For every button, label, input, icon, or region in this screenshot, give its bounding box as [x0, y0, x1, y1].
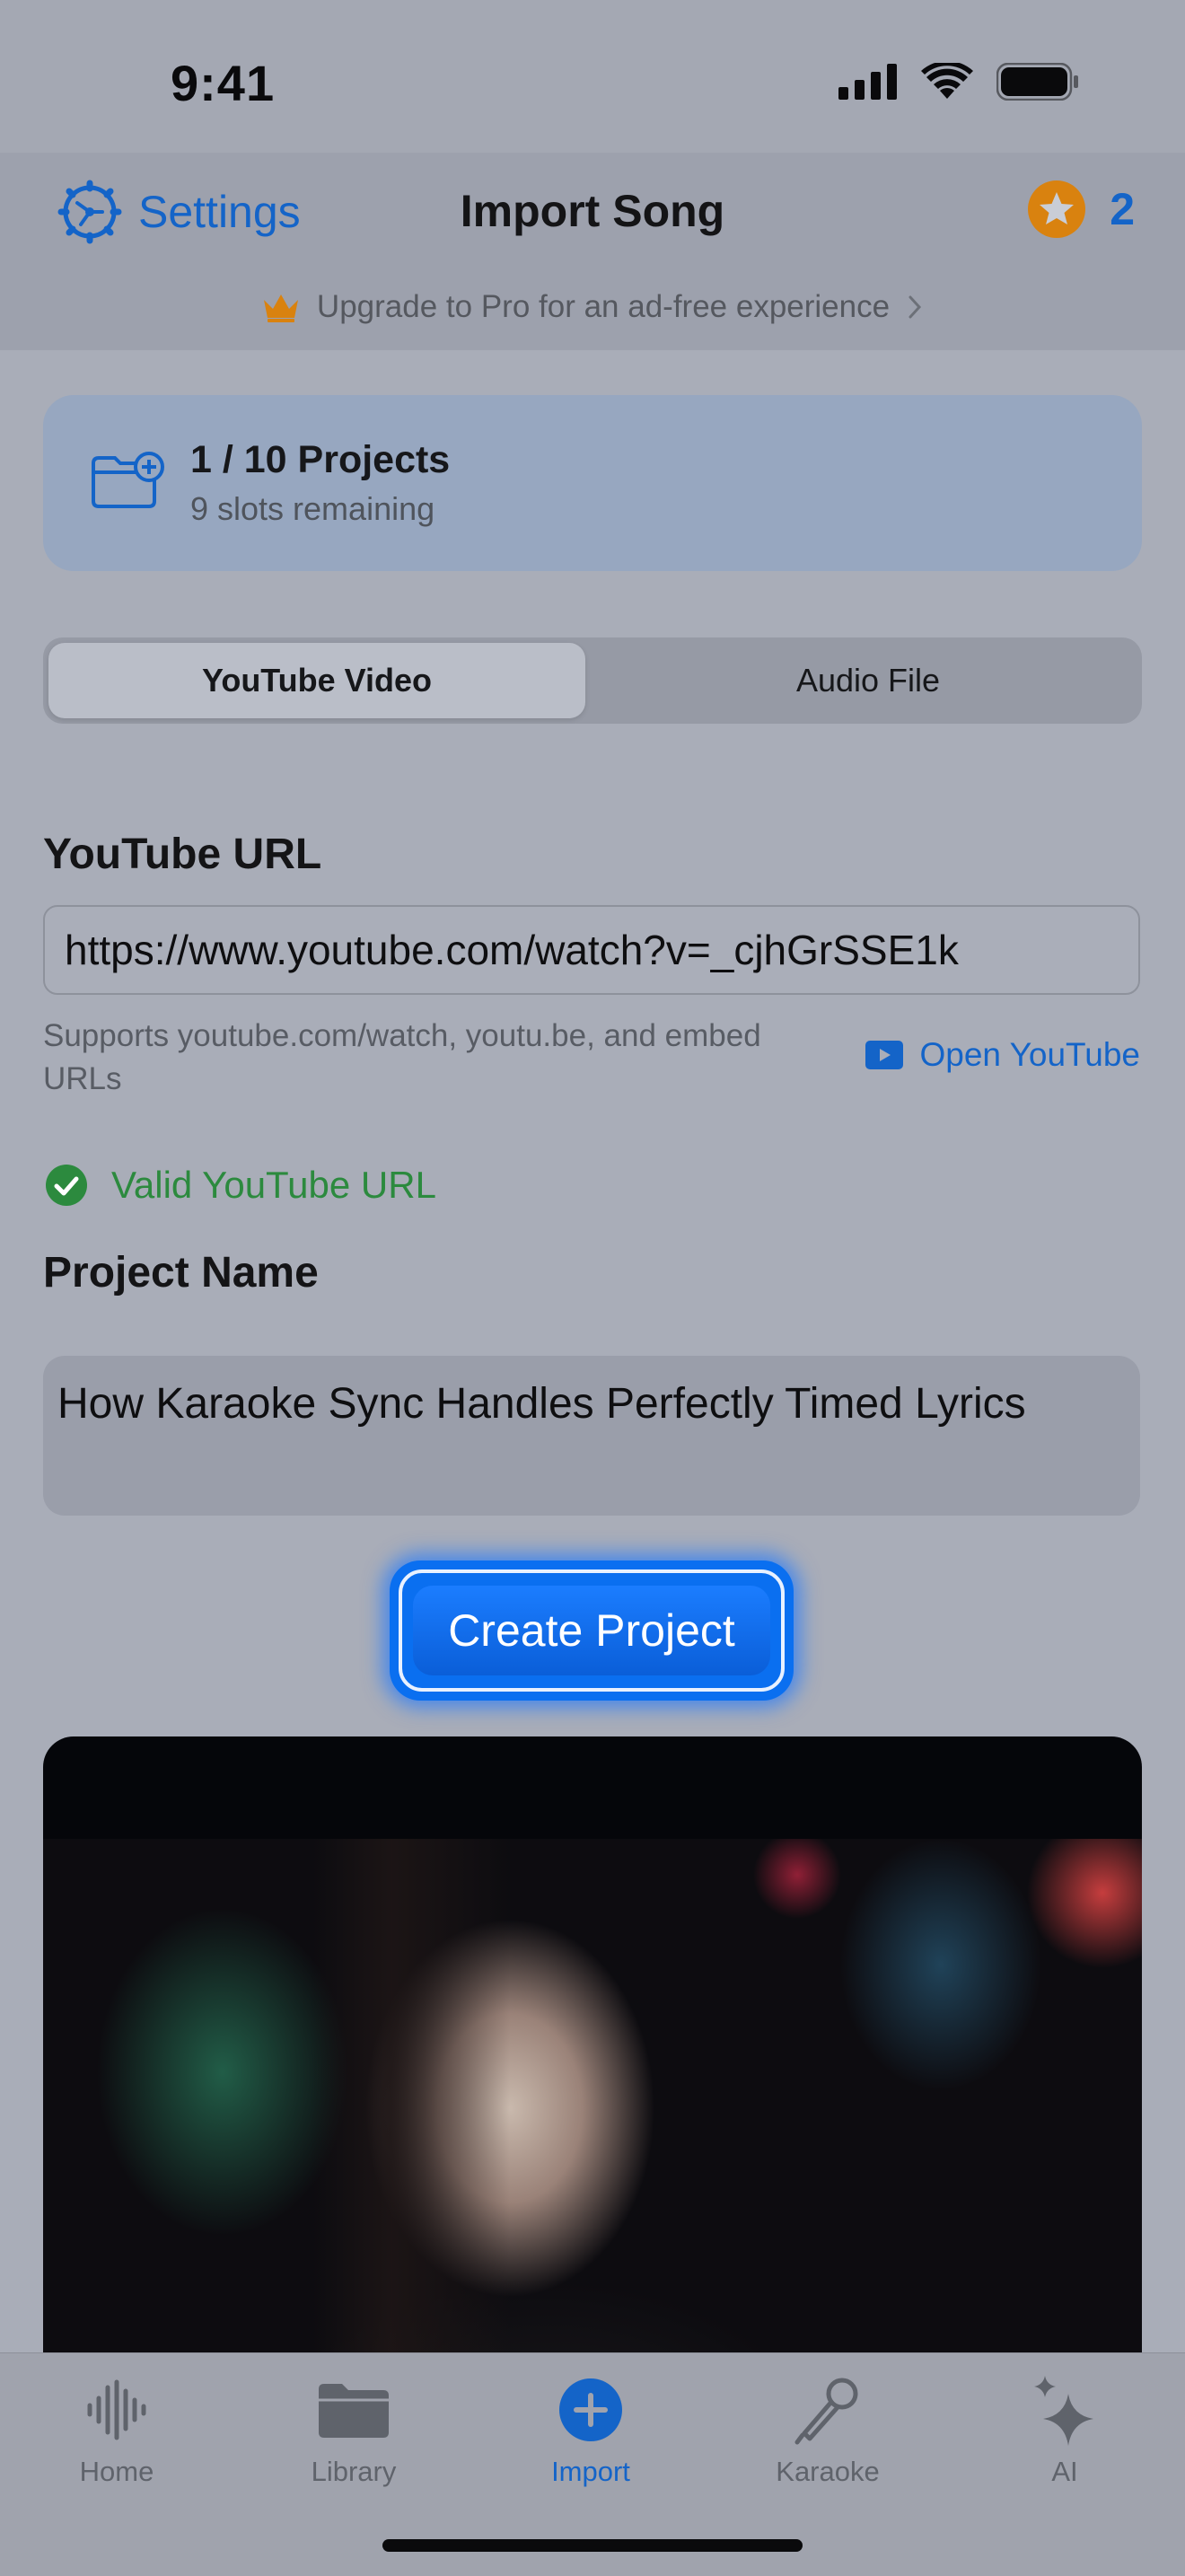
create-project-focus-ring: Create Project: [390, 1561, 794, 1701]
battery-icon: [996, 63, 1078, 101]
open-youtube-link[interactable]: Open YouTube: [865, 1036, 1140, 1074]
folder-icon: [319, 2384, 389, 2438]
waveform-icon: [87, 2379, 146, 2440]
status-bar: 9:41: [0, 0, 1185, 153]
youtube-url-label: YouTube URL: [43, 831, 322, 878]
status-time: 9:41: [171, 55, 276, 111]
wifi-icon: [921, 63, 973, 99]
tab-ai-label: AI: [1051, 2456, 1078, 2487]
slots-remaining: 9 slots remaining: [190, 490, 435, 527]
project-name-input[interactable]: How Karaoke Sync Handles Perfectly Timed…: [43, 1356, 1140, 1516]
youtube-url-input[interactable]: https://www.youtube.com/watch?v=_cjhGrSS…: [43, 905, 1140, 995]
play-rectangle-icon: [865, 1041, 904, 1069]
import-form: 1 / 10 Projects 9 slots remaining YouTub…: [0, 350, 1185, 2365]
tab-import-label: Import: [551, 2456, 630, 2487]
project-count-card: 1 / 10 Projects 9 slots remaining: [43, 395, 1142, 571]
thumbnail-shading: [312, 1839, 510, 2365]
chevron-right-icon: [908, 295, 922, 319]
navigation-bar: Settings Import Song 2 Upgrade to Pro fo…: [0, 153, 1185, 350]
credits-count: 2: [1110, 184, 1135, 234]
credits-button[interactable]: 2: [1027, 180, 1135, 239]
open-youtube-label: Open YouTube: [919, 1036, 1140, 1073]
projects-count: 1 / 10 Projects: [190, 438, 451, 481]
plus-circle-icon: [559, 2378, 622, 2441]
video-preview[interactable]: [43, 1736, 1142, 2365]
checkmark-circle-icon: [46, 1165, 87, 1206]
page-title: Import Song: [460, 186, 725, 236]
tab-library[interactable]: Library: [264, 2369, 443, 2504]
tab-karaoke-label: Karaoke: [776, 2456, 880, 2487]
upgrade-banner[interactable]: Upgrade to Pro for an ad-free experience: [0, 289, 1185, 325]
tab-karaoke[interactable]: Karaoke: [738, 2369, 917, 2504]
source-segmented-control: YouTube Video Audio File: [43, 637, 1142, 724]
url-validation-status: Valid YouTube URL: [45, 1164, 436, 1207]
segment-audio-file[interactable]: Audio File: [600, 643, 1137, 718]
upgrade-text: Upgrade to Pro for an ad-free experience: [316, 289, 891, 324]
validation-text: Valid YouTube URL: [111, 1164, 436, 1206]
microphone-icon: [794, 2378, 858, 2445]
tab-home[interactable]: Home: [27, 2369, 206, 2504]
folder-add-icon: [92, 452, 164, 508]
crown-icon: [263, 295, 298, 322]
tab-ai[interactable]: AI: [975, 2369, 1154, 2504]
segment-youtube-video[interactable]: YouTube Video: [48, 643, 585, 718]
create-project-button[interactable]: Create Project: [413, 1586, 770, 1675]
home-indicator[interactable]: [382, 2539, 803, 2552]
cellular-signal-icon: [838, 64, 897, 100]
sparkles-icon: [1034, 2376, 1093, 2446]
status-icons: [838, 63, 1079, 101]
tab-import[interactable]: Import: [501, 2369, 680, 2504]
video-thumbnail: [43, 1839, 1142, 2365]
project-name-label: Project Name: [43, 1249, 319, 1297]
tab-library-label: Library: [311, 2456, 397, 2487]
star-coin-icon: [1028, 180, 1086, 238]
tab-home-label: Home: [79, 2456, 154, 2487]
url-help-text: Supports youtube.com/watch, youtu.be, an…: [43, 1018, 761, 1096]
